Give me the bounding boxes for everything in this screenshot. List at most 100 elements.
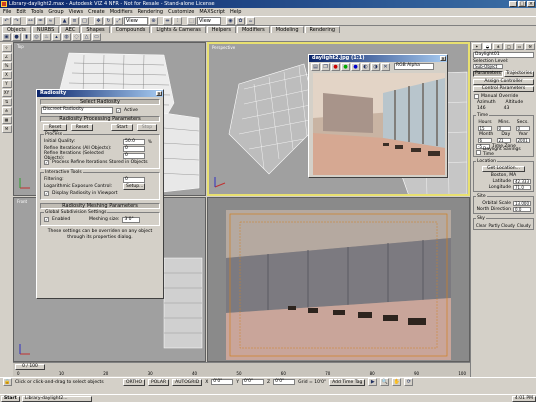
select-icon[interactable]: ▲ [60,17,69,25]
play-icon[interactable]: ▶ [368,378,378,386]
named-selection-dropdown[interactable]: View [197,17,221,25]
menu-group[interactable]: Group [48,9,63,15]
time-slider[interactable]: 0 / 100 [15,364,45,370]
maximize-button[interactable]: □ [518,1,526,7]
select-by-name-icon[interactable]: ≡ [70,17,79,25]
display-radiosity-checkbox[interactable]: ✓ [44,191,49,196]
tube-icon[interactable]: ◌ [72,33,81,41]
menu-file[interactable]: File [3,9,11,15]
hierarchy-icon[interactable]: ⋔ [1,107,12,115]
enabled-checkbox[interactable]: ✓ [44,217,49,222]
minimize-button[interactable]: _ [509,1,517,7]
xy-constraint-icon[interactable]: XY [1,89,12,97]
walkthrough-icon[interactable]: ⇅ [1,98,12,106]
pan-icon[interactable]: ✋ [392,378,402,386]
box-icon[interactable]: ▣ [2,33,11,41]
orbital-scale-field[interactable]: 13.000 [513,200,531,206]
menu-help[interactable]: Help [230,9,241,15]
region-select-icon[interactable]: □ [80,17,89,25]
tab-shapes[interactable]: Shapes [81,26,110,33]
mirror-icon[interactable]: ⇹ [163,17,172,25]
utilities-icon[interactable]: ⚒ [1,125,12,133]
geosphere-icon[interactable]: ◍ [62,33,71,41]
angle-snap-icon[interactable]: ∠ [1,53,12,61]
scale-icon[interactable]: ⤢ [114,17,123,25]
named-selection-icon[interactable]: ⬚ [187,17,196,25]
meshing-size-field[interactable]: 3'0" [122,216,141,223]
link-icon[interactable]: ⚯ [26,17,35,25]
view-dropdown[interactable]: View [124,17,148,25]
red-channel-icon[interactable]: ● [331,62,340,71]
save-icon[interactable]: ▤ [311,62,320,71]
sky-clear-radio[interactable]: Clear [476,223,486,228]
pivot-icon[interactable]: ⊕ [149,17,158,25]
sky-cloudy-radio[interactable]: Cloudy [517,223,531,228]
tab-objects[interactable]: Objects [2,26,31,33]
create-tab-icon[interactable]: ✶ [472,43,482,50]
object-name-field[interactable]: Daylight01 [473,52,534,58]
north-direction-field[interactable]: 0.0 [513,206,531,212]
tab-aec[interactable]: AEC [60,26,81,33]
move-icon[interactable]: ✥ [94,17,103,25]
latitude-field[interactable]: 42.333 [513,178,531,184]
setup-button[interactable]: Setup... [123,183,145,190]
quick-render-icon[interactable]: ☕ [246,17,255,25]
menu-edit[interactable]: Edit [16,9,26,15]
tab-lights-cameras[interactable]: Lights & Cameras [151,26,206,33]
material-editor-icon[interactable]: ◉ [226,17,235,25]
clear-icon[interactable]: ✕ [381,62,390,71]
render-scene-icon[interactable]: ✿ [236,17,245,25]
select-radiosity-rollout[interactable]: Select Radiosity [40,99,160,105]
trajectories-button[interactable]: Trajectories [504,70,534,77]
snap-icon[interactable]: ⊹ [1,44,12,52]
y-constraint-icon[interactable]: Y [1,80,12,88]
tab-rendering[interactable]: Rendering [304,26,341,33]
motion-tab-icon[interactable]: ◯ [504,43,514,50]
sky-partly-radio[interactable]: Partly Cloudy [488,223,514,228]
polar-toggle[interactable]: POLAR [148,378,170,386]
percent-snap-icon[interactable]: % [1,62,12,70]
active-checkbox[interactable]: ✓ [116,108,121,113]
meshing-rollout[interactable]: Radiosity Meshing Parameters [40,203,160,209]
longitude-field[interactable]: 71.0 [513,184,531,190]
reset-all-button[interactable]: Reset All [43,124,67,135]
mins-field[interactable]: 0 [496,125,511,131]
start-button[interactable]: Start [111,124,133,131]
menu-create[interactable]: Create [88,9,105,15]
refine-all-field[interactable]: 0 [123,145,145,152]
menu-customize[interactable]: Customize [168,9,194,15]
x-constraint-icon[interactable]: X [1,71,12,79]
lock-selection-icon[interactable]: 🔒 [3,378,12,386]
tab-helpers[interactable]: Helpers [206,26,236,33]
x-coordinate-field[interactable]: 0'0" [211,379,234,385]
autogrid-toggle[interactable]: AUTOGRID [172,378,203,386]
dst-checkbox[interactable] [476,149,481,155]
bind-icon[interactable]: ≈ [46,17,55,25]
zoom-icon[interactable]: 🔍 [380,378,390,386]
process-refine-checkbox[interactable]: ✓ [44,160,49,165]
pyramid-icon[interactable]: △ [82,33,91,41]
mono-icon[interactable]: ◑ [371,62,380,71]
start-button[interactable]: Start [1,395,20,402]
menu-tools[interactable]: Tools [31,9,43,15]
secs-field[interactable]: 0 [515,125,530,131]
clone-icon[interactable]: ❐ [321,62,330,71]
get-location-button[interactable]: Get Location... [482,166,525,172]
manual-override-checkbox[interactable] [474,93,479,99]
parameters-button[interactable]: Parameters [473,70,503,77]
torus-icon[interactable]: ◎ [32,33,41,41]
close-button[interactable]: × [527,1,535,7]
rotate-icon[interactable]: ↻ [104,17,113,25]
processing-rollout[interactable]: Radiosity Processing Parameters [40,116,160,122]
initial-quality-field[interactable]: 50.0 [123,138,145,145]
modify-tab-icon[interactable]: ◒ [482,43,493,50]
plane-icon[interactable]: ▭ [92,33,101,41]
ortho-toggle[interactable]: ORTHO [123,378,146,386]
hierarchy-tab-icon[interactable]: ⋔ [493,43,504,50]
undo-icon[interactable]: ↶ [2,17,11,25]
y-coordinate-field[interactable]: 0'0" [242,379,265,385]
day-field[interactable]: 21 [496,137,511,143]
hours-field[interactable]: 15 [477,125,492,131]
cone-icon[interactable]: ▴ [52,33,61,41]
redo-icon[interactable]: ↷ [12,17,21,25]
